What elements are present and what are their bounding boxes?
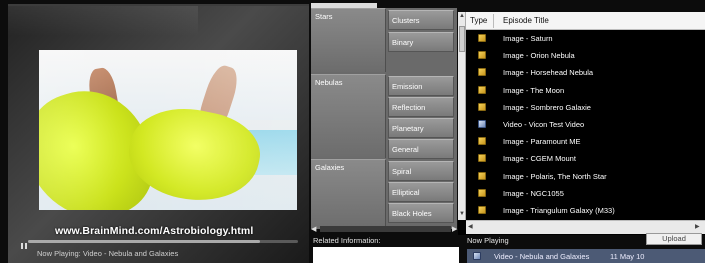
subcategory-clusters[interactable]: Clusters — [388, 10, 454, 30]
now-playing-title: Video - Nebula and Galaxies — [494, 252, 590, 261]
category-stars[interactable]: Stars — [311, 8, 386, 72]
episode-list: ▲ ▼ Type Episode Title Image - Saturn Ima… — [458, 12, 705, 235]
category-nebulas[interactable]: Nebulas — [311, 74, 386, 158]
related-information-label: Related Information: — [313, 236, 381, 245]
image-file-icon — [478, 188, 486, 197]
scroll-left-icon[interactable]: ◀ — [468, 223, 473, 230]
list-item[interactable]: Image - Paramount ME — [466, 133, 705, 150]
list-item[interactable]: Image - Horsehead Nebula — [466, 64, 705, 81]
seek-bar[interactable] — [28, 240, 298, 243]
episode-title: Image - Paramount ME — [503, 137, 581, 147]
video-file-icon — [473, 252, 481, 260]
pause-button[interactable] — [20, 243, 30, 251]
image-file-icon — [478, 85, 486, 94]
list-item[interactable]: Image - CGEM Mount — [466, 150, 705, 167]
episode-list-body: Image - Saturn Image - Orion Nebula Image … — [466, 30, 705, 219]
episode-title: Image - Saturn — [503, 34, 553, 43]
related-information-box — [313, 247, 459, 263]
episode-title: Image - The Moon — [503, 85, 565, 95]
subcategory-elliptical[interactable]: Elliptical — [388, 182, 454, 202]
pause-icon — [21, 243, 23, 249]
episode-title: Image - Polaris, The North Star — [503, 171, 607, 181]
episode-title: Image - Horsehead Nebula — [503, 68, 594, 78]
list-item[interactable]: Image - Orion Nebula — [466, 47, 705, 64]
category-galaxies[interactable]: Galaxies — [311, 159, 386, 229]
column-header-episode-title[interactable]: Episode Title — [503, 16, 549, 25]
episode-list-vertical-scrollbar[interactable]: ▲ ▼ — [458, 12, 466, 220]
category-group-galaxies: Galaxies Spiral Elliptical Black Holes — [311, 159, 457, 229]
category-horizontal-scrollbar[interactable] — [320, 226, 451, 232]
category-group-nebulas: Nebulas Emission Reflection Planetary Ge… — [311, 74, 457, 159]
video-haze — [39, 50, 297, 210]
now-playing-label: Now Playing — [467, 236, 509, 245]
seek-progress — [28, 240, 261, 243]
video-watermark: www.BrainMind.com/Astrobiology.html — [55, 225, 254, 237]
scrollbar-thumb[interactable] — [459, 26, 465, 52]
subcategory-reflection[interactable]: Reflection — [388, 97, 454, 117]
player-status-text: Now Playing: Video - Nebula and Galaxies — [37, 249, 179, 258]
category-scroll-left-button[interactable]: ◀ — [311, 225, 319, 233]
list-item[interactable]: Image - Sombrero Galaxie — [466, 99, 705, 116]
scroll-up-icon[interactable]: ▲ — [459, 13, 465, 19]
image-file-icon — [478, 102, 486, 111]
subcategory-binary[interactable]: Binary — [388, 32, 454, 52]
category-group-stars: Stars Clusters Binary — [311, 8, 457, 72]
list-item[interactable]: Image - The Moon — [466, 82, 705, 99]
list-item[interactable]: Image - Saturn — [466, 30, 705, 47]
image-file-icon — [478, 34, 486, 42]
image-file-icon — [478, 154, 486, 163]
subcategory-general[interactable]: General — [388, 139, 454, 159]
episode-title: Image - Sombrero Galaxie — [503, 102, 591, 112]
image-file-icon — [478, 205, 486, 214]
list-item[interactable]: Image - NGC1055 — [466, 185, 705, 202]
image-file-icon — [478, 137, 486, 146]
image-file-icon — [478, 68, 486, 77]
subcategory-planetary[interactable]: Planetary — [388, 118, 454, 138]
episode-title: Image - NGC1055 — [503, 188, 564, 198]
now-playing-date: 11 May 10 — [610, 252, 645, 261]
list-item[interactable]: Image - Triangulum Galaxy (M33) — [466, 202, 705, 219]
pause-icon-bar — [25, 243, 27, 249]
episode-title: Image - CGEM Mount — [503, 154, 576, 164]
episode-list-horizontal-scrollbar[interactable]: ◀ ▶ — [466, 220, 705, 234]
scroll-right-icon[interactable]: ▶ — [695, 223, 700, 230]
episode-list-header: Type Episode Title — [466, 12, 705, 30]
list-item[interactable]: Video - Vicon Test Video — [466, 116, 705, 133]
episode-title: Image - Orion Nebula — [503, 51, 575, 61]
upload-button[interactable]: Upload — [646, 233, 702, 245]
episode-title: Image - Triangulum Galaxy (M33) — [503, 205, 615, 215]
subcategory-emission[interactable]: Emission — [388, 76, 454, 96]
now-playing-row[interactable]: Video - Nebula and Galaxies 11 May 10 — [467, 249, 705, 263]
image-file-icon — [478, 171, 486, 180]
video-frame[interactable] — [39, 50, 297, 210]
column-separator — [493, 14, 494, 28]
column-header-type[interactable]: Type — [470, 16, 487, 25]
list-item[interactable]: Image - Polaris, The North Star — [466, 168, 705, 185]
category-panel: Stars Clusters Binary Nebulas Emission R… — [311, 8, 457, 229]
subcategory-black-holes[interactable]: Black Holes — [388, 203, 454, 223]
image-file-icon — [478, 51, 486, 60]
subcategory-spiral[interactable]: Spiral — [388, 161, 454, 181]
video-file-icon — [478, 119, 486, 128]
scroll-down-icon[interactable]: ▼ — [459, 211, 465, 217]
episode-title: Video - Vicon Test Video — [503, 119, 585, 129]
